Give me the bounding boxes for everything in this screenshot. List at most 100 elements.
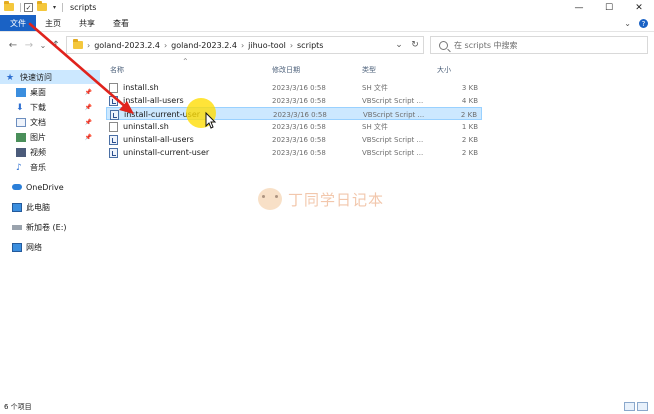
file-size: 1 KB	[461, 122, 478, 131]
sh-file-icon	[109, 121, 118, 132]
close-button[interactable]: ✕	[624, 0, 654, 15]
column-header-type[interactable]: 类型	[362, 64, 376, 75]
vbscript-file-icon	[109, 147, 118, 158]
file-name: uninstall.sh	[123, 122, 169, 131]
desktop-icon	[16, 87, 26, 97]
vbscript-file-icon	[109, 134, 118, 145]
ribbon-controls: ⌄ ?	[624, 15, 648, 32]
tab-view[interactable]: 查看	[104, 15, 138, 31]
nav-item-drive-e[interactable]: 新加卷 (E:)	[0, 220, 100, 234]
file-type: SH 文件	[362, 122, 388, 131]
help-icon[interactable]: ?	[639, 19, 648, 28]
nav-item-documents[interactable]: 文档 📌	[0, 115, 100, 129]
nav-item-videos[interactable]: 视频	[0, 145, 100, 159]
file-row[interactable]: install.sh 2023/3/16 0:58 SH 文件 3 KB	[106, 81, 482, 94]
quick-access-toolbar: ✓ ▾ scripts	[0, 0, 96, 15]
nav-item-quick-access[interactable]: ★ 快速访问	[0, 70, 100, 84]
file-name: uninstall-current-user	[123, 148, 210, 157]
video-icon	[16, 147, 26, 157]
search-input[interactable]: 在 scripts 中搜索	[430, 36, 648, 54]
new-folder-icon[interactable]	[37, 0, 47, 13]
file-name-cell: install.sh	[109, 81, 159, 94]
file-row[interactable]: uninstall-all-users 2023/3/16 0:58 VBScr…	[106, 133, 482, 146]
nav-item-pictures[interactable]: 图片 📌	[0, 130, 100, 144]
view-switcher	[624, 402, 648, 411]
download-icon: ⬇	[16, 102, 24, 113]
window-controls: — ☐ ✕	[564, 0, 654, 15]
navigation-pane: ★ 快速访问 桌面 📌 ⬇ 下载 📌 文档 📌 图片 📌 视频 ♪ 音乐 One…	[0, 58, 100, 396]
pin-icon: 📌	[84, 103, 92, 111]
recent-locations-icon[interactable]: ⌄	[36, 38, 50, 52]
breadcrumb-item[interactable]: scripts	[297, 41, 323, 50]
folder-icon[interactable]	[4, 0, 14, 13]
picture-icon	[16, 132, 26, 142]
nav-item-label: OneDrive	[26, 182, 64, 192]
nav-item-music[interactable]: ♪ 音乐	[0, 160, 100, 174]
address-row: ← → ⌄ ↑ › goland-2023.2.4 › goland-2023.…	[0, 32, 654, 58]
file-row[interactable]: uninstall-current-user 2023/3/16 0:58 VB…	[106, 146, 482, 159]
document-icon	[16, 117, 26, 127]
minimize-button[interactable]: —	[564, 0, 594, 15]
maximize-button[interactable]: ☐	[594, 0, 624, 15]
breadcrumb-item[interactable]: jihuo-tool	[248, 41, 286, 50]
drive-icon	[12, 224, 22, 230]
tab-file[interactable]: 文件	[0, 15, 36, 31]
large-icons-view-icon[interactable]	[637, 402, 648, 411]
nav-item-label: 音乐	[30, 162, 46, 172]
nav-item-downloads[interactable]: ⬇ 下载 📌	[0, 100, 100, 114]
folder-icon	[73, 39, 83, 49]
nav-item-label: 桌面	[30, 87, 46, 97]
file-row[interactable]: install-all-users 2023/3/16 0:58 VBScrip…	[106, 94, 482, 107]
nav-item-label: 网络	[26, 242, 42, 252]
expand-ribbon-icon[interactable]: ⌄	[624, 19, 631, 28]
column-header-size[interactable]: 大小	[437, 64, 451, 75]
column-header-date[interactable]: 修改日期	[272, 64, 300, 75]
file-type: SH 文件	[362, 83, 388, 92]
pin-icon: 📌	[84, 133, 92, 141]
file-size: 3 KB	[461, 83, 478, 92]
file-row-selected[interactable]: install-current-user 2023/3/16 0:58 VBSc…	[106, 107, 482, 120]
tab-home[interactable]: 主页	[36, 15, 70, 31]
item-count: 6 个项目	[4, 403, 32, 411]
collapse-group-icon[interactable]: ⌃	[182, 57, 189, 66]
cloud-icon	[12, 184, 22, 190]
file-name: install.sh	[123, 83, 159, 92]
toolbar-divider	[20, 3, 21, 12]
nav-item-network[interactable]: 网络	[0, 240, 100, 254]
address-bar[interactable]: › goland-2023.2.4 › goland-2023.2.4 › ji…	[66, 36, 424, 54]
file-type: VBScript Script ...	[362, 148, 424, 157]
nav-item-desktop[interactable]: 桌面 📌	[0, 85, 100, 99]
status-bar: 6 个项目	[0, 400, 654, 414]
ribbon-tabs: 文件 主页 共享 查看 ⌄ ?	[0, 15, 654, 32]
address-bar-tools: ⌄ ↻	[391, 37, 423, 53]
tab-share[interactable]: 共享	[70, 15, 104, 31]
file-row[interactable]: uninstall.sh 2023/3/16 0:58 SH 文件 1 KB	[106, 120, 482, 133]
music-icon: ♪	[16, 162, 22, 173]
nav-item-label: 此电脑	[26, 202, 50, 212]
file-name-cell: uninstall-current-user	[109, 146, 209, 159]
nav-item-onedrive[interactable]: OneDrive	[0, 180, 100, 194]
breadcrumb-item[interactable]: goland-2023.2.4	[94, 41, 160, 50]
refresh-icon[interactable]: ↻	[407, 40, 423, 50]
nav-item-label: 文档	[30, 117, 46, 127]
column-header-name[interactable]: 名称	[110, 64, 124, 75]
address-history-dropdown-icon[interactable]: ⌄	[391, 40, 407, 50]
watermark: 丁同学日记本	[258, 188, 384, 210]
pin-icon: 📌	[84, 118, 92, 126]
pin-icon: 📌	[84, 88, 92, 96]
breadcrumb-item[interactable]: goland-2023.2.4	[171, 41, 237, 50]
up-button[interactable]: ↑	[49, 38, 63, 52]
search-icon	[439, 40, 448, 50]
properties-icon[interactable]: ✓	[24, 3, 34, 13]
file-name: uninstall-all-users	[123, 135, 194, 144]
back-button[interactable]: ←	[6, 38, 20, 52]
nav-item-label: 图片	[30, 132, 46, 142]
nav-item-label: 快速访问	[20, 72, 52, 82]
computer-icon	[12, 202, 22, 212]
forward-button[interactable]: →	[22, 38, 36, 52]
sh-file-icon	[109, 82, 118, 93]
customize-toolbar-dropdown-icon[interactable]: ▾	[53, 4, 56, 11]
vbscript-file-icon	[109, 95, 118, 106]
nav-item-this-pc[interactable]: 此电脑	[0, 200, 100, 214]
details-view-icon[interactable]	[624, 402, 635, 411]
